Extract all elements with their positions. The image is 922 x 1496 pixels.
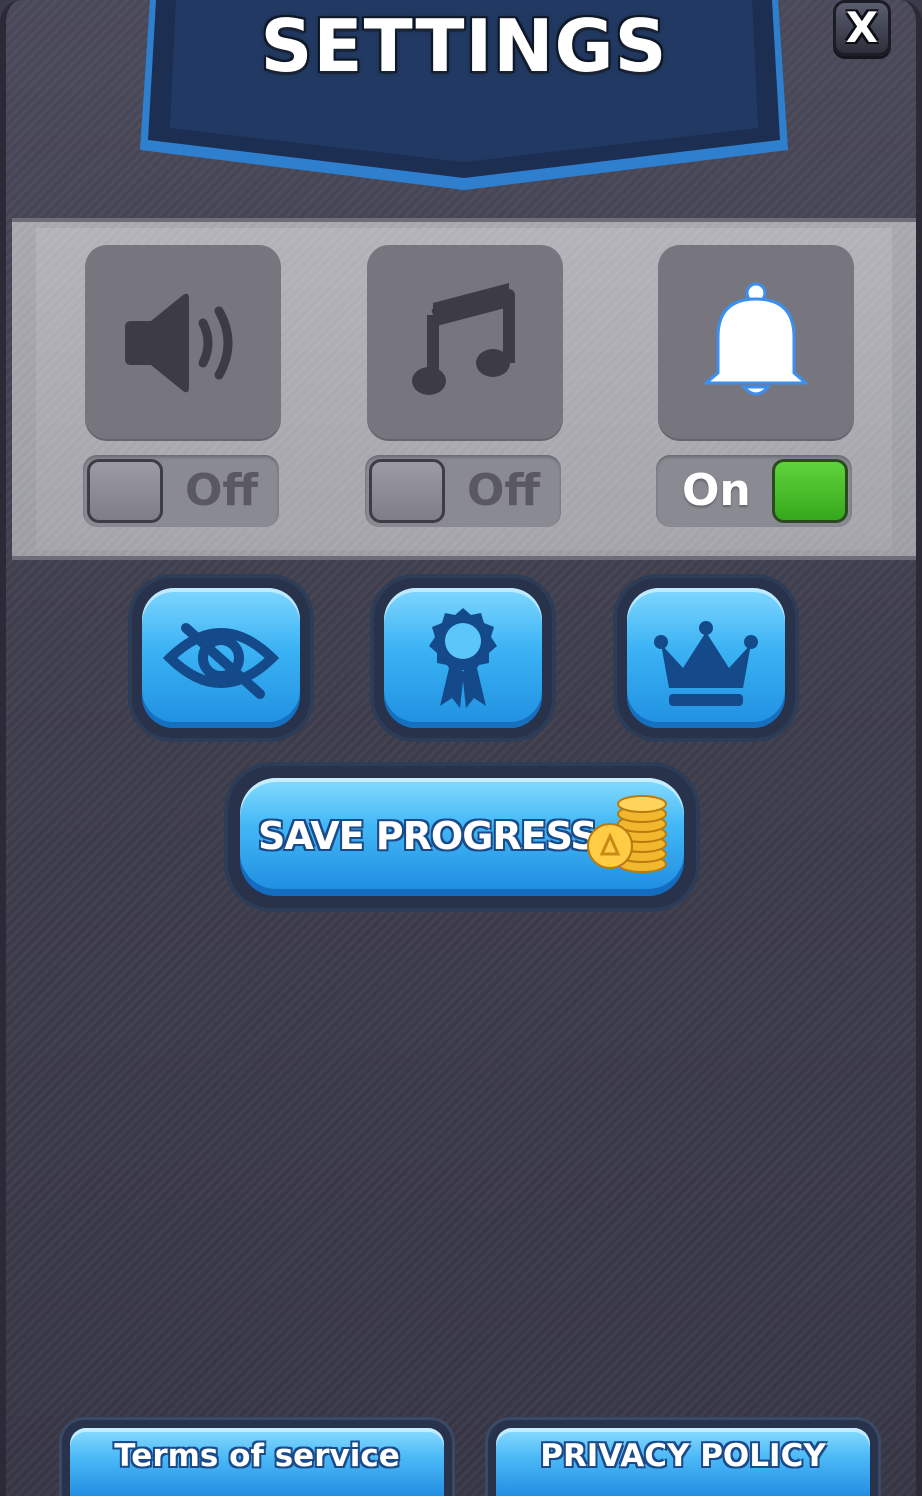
eye-slash-icon <box>162 623 280 699</box>
music-note-icon <box>412 283 515 395</box>
title-ribbon: SETTINGS <box>140 0 788 195</box>
notifications-toggle-label: On <box>682 465 751 516</box>
bell-icon <box>704 282 808 396</box>
sound-toggle-knob <box>87 459 163 523</box>
privacy-policy-label: PRIVACY POLICY <box>540 1438 826 1474</box>
ribbon-award-icon <box>429 608 497 708</box>
vip-button[interactable] <box>617 578 795 738</box>
hide-button[interactable] <box>132 578 310 738</box>
music-toggle-label: Off <box>467 465 541 516</box>
music-tile[interactable] <box>367 245 563 441</box>
page-title: SETTINGS <box>260 4 668 88</box>
sound-toggle[interactable]: Off <box>83 455 279 527</box>
privacy-policy-button[interactable]: PRIVACY POLICY <box>488 1420 878 1496</box>
achievements-button[interactable] <box>374 578 552 738</box>
save-progress-label: SAVE PROGRESS + <box>258 814 641 858</box>
terms-of-service-button[interactable]: Terms of service <box>62 1420 452 1496</box>
notifications-toggle[interactable]: On <box>656 455 852 527</box>
music-toggle-knob <box>369 459 445 523</box>
close-icon: X <box>845 3 879 52</box>
sound-tile[interactable] <box>85 245 281 441</box>
coin-stack-icon <box>587 795 667 873</box>
speaker-icon <box>125 293 233 393</box>
notifications-toggle-knob <box>772 459 848 523</box>
close-button[interactable]: X <box>833 0 891 56</box>
notifications-tile[interactable] <box>658 245 854 441</box>
music-toggle[interactable]: Off <box>365 455 561 527</box>
sound-toggle-label: Off <box>185 465 259 516</box>
terms-of-service-label: Terms of service <box>114 1438 400 1474</box>
crown-icon <box>654 621 758 706</box>
save-progress-button[interactable]: SAVE PROGRESS + <box>228 766 696 908</box>
